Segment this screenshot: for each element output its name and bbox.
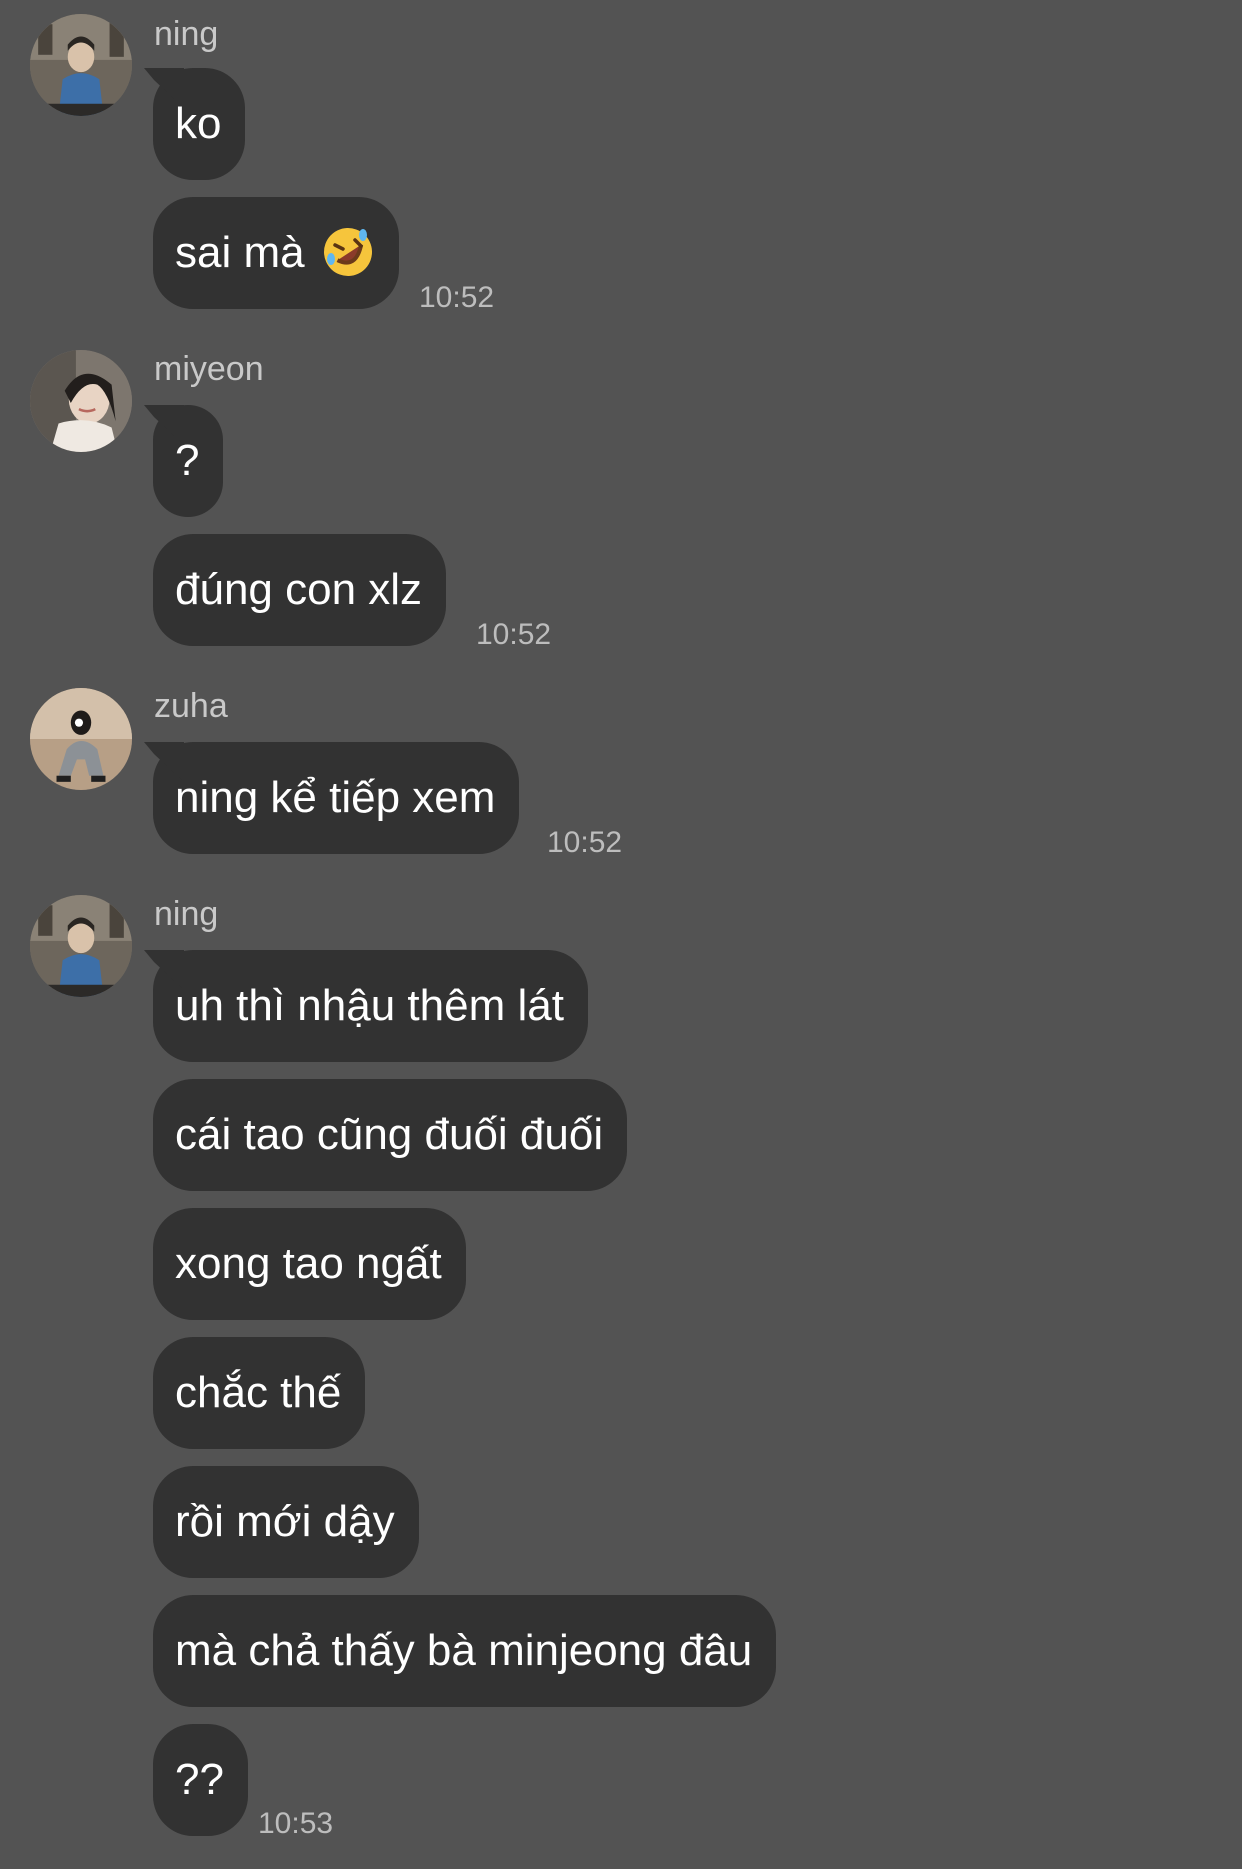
avatar-photo-icon [30, 688, 132, 790]
message-bubble[interactable]: ko [153, 68, 246, 180]
message-timestamp: 10:53 [258, 1807, 334, 1840]
message-bubble[interactable]: rồi mới dậy [153, 1466, 419, 1578]
sender-name: zuha [154, 687, 228, 725]
message-bubble[interactable]: chắc thế [153, 1337, 366, 1449]
message-bubble[interactable]: sai mà [153, 197, 399, 309]
avatar-photo-icon [30, 350, 132, 452]
message-timestamp: 10:52 [419, 281, 495, 314]
zuha-avatar[interactable] [30, 688, 132, 790]
ning-avatar[interactable] [30, 895, 132, 997]
message-bubble[interactable]: đúng con xlz [153, 534, 447, 646]
message-bubble[interactable]: xong tao ngất [153, 1208, 466, 1320]
message-bubble[interactable]: ?? [153, 1724, 248, 1836]
message-bubble[interactable]: ning kể tiếp xem [153, 742, 520, 854]
avatar-photo-icon [30, 14, 132, 116]
message-bubble[interactable]: cái tao cũng đuối đuối [153, 1079, 628, 1191]
message-bubble[interactable]: ? [153, 405, 224, 517]
message-bubble[interactable]: mà chả thấy bà minjeong đâu [153, 1595, 777, 1707]
message-timestamp: 10:52 [476, 618, 552, 651]
miyeon-avatar[interactable] [30, 350, 132, 452]
message-bubble[interactable]: uh thì nhậu thêm lát [153, 950, 588, 1062]
sender-name: ning [154, 895, 219, 933]
avatar-photo-icon [30, 895, 132, 997]
ning-avatar[interactable] [30, 14, 132, 116]
sender-name: miyeon [154, 350, 264, 388]
rolling-on-floor-laughing-icon [321, 225, 375, 279]
sender-name: ning [154, 15, 219, 53]
message-timestamp: 10:52 [547, 826, 623, 859]
